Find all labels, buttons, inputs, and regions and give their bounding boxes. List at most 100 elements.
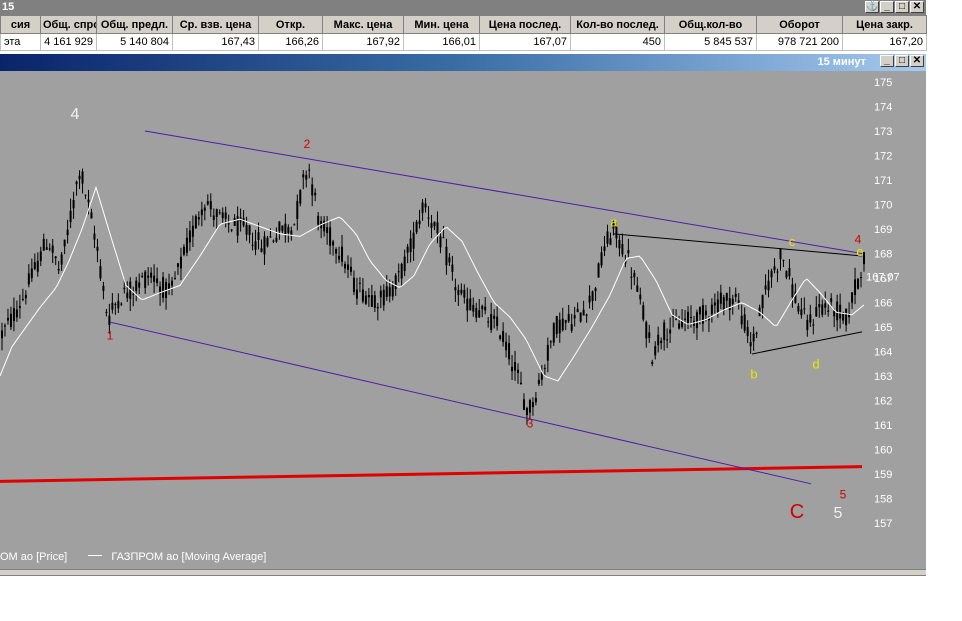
chart-maximize-button[interactable]: □ xyxy=(895,55,909,67)
table-row[interactable]: эта 4 161 929 5 140 804 167,43 166,26 16… xyxy=(0,33,927,51)
candle-body xyxy=(782,259,785,261)
candle-body xyxy=(618,239,621,249)
candle-body xyxy=(481,305,484,310)
close-button[interactable]: ✕ xyxy=(910,1,924,13)
candle-body xyxy=(558,319,561,334)
candle-body xyxy=(278,221,281,232)
candle-body xyxy=(788,268,791,277)
candle-body xyxy=(797,305,800,312)
candle-body xyxy=(511,366,514,372)
candle-body xyxy=(30,268,33,279)
y-tick-label-168: 168 xyxy=(874,249,892,261)
y-tick-label-162: 162 xyxy=(874,396,892,408)
wave-label-11: C xyxy=(790,501,804,523)
maximize-button[interactable]: □ xyxy=(895,1,909,13)
candle-body xyxy=(346,264,349,270)
candle-body xyxy=(93,233,96,240)
candle-body xyxy=(272,240,275,242)
chart-window-titlebar: 15 минут _ □ ✕ xyxy=(0,54,926,71)
candle-body xyxy=(454,287,457,291)
horizontal-scrollbar[interactable] xyxy=(0,569,926,576)
col-header-name[interactable]: сия xyxy=(0,15,41,34)
anchor-icon[interactable]: ⚓ xyxy=(865,1,879,13)
col-header-open[interactable]: Откр. xyxy=(258,15,323,34)
candle-body xyxy=(436,222,439,234)
wave-label-1: 1 xyxy=(107,328,114,342)
candle-body xyxy=(830,298,833,302)
candle-body xyxy=(364,295,367,304)
candle-body xyxy=(135,280,138,292)
col-header-close[interactable]: Цена закр. xyxy=(842,15,927,34)
candle-body xyxy=(260,248,263,252)
col-header-wavg-price[interactable]: Ср. взв. цена xyxy=(172,15,259,34)
y-tick-label-174: 174 xyxy=(874,102,892,114)
candle-body xyxy=(478,310,481,318)
y-tick-label-161: 161 xyxy=(874,420,892,432)
col-header-last-qty[interactable]: Кол-во послед. xyxy=(570,15,665,34)
candle-body xyxy=(704,310,707,316)
candle-body xyxy=(627,250,630,254)
candle-body xyxy=(352,277,355,292)
col-header-offer-total[interactable]: Общ. предл. xyxy=(96,15,173,34)
quote-window-titlebar: 15 ⚓ _ □ ✕ xyxy=(0,0,926,15)
candle-body xyxy=(740,315,743,325)
price-chart[interactable]: 175 174 173 172 171 170 169 168 167 166 165 164 163 1… xyxy=(0,71,926,569)
candle-body xyxy=(308,169,311,171)
candle-body xyxy=(206,201,209,205)
candle-body xyxy=(424,203,427,208)
candle-body xyxy=(728,298,731,311)
chart-window-title: 15 минут xyxy=(817,56,866,68)
y-tick-label-165: 165 xyxy=(874,322,892,334)
col-header-last-price[interactable]: Цена послед. xyxy=(479,15,571,34)
candle-body xyxy=(487,321,490,323)
candle-body xyxy=(597,263,600,278)
candle-body xyxy=(403,256,406,272)
cell-low: 166,01 xyxy=(403,33,480,51)
col-header-low[interactable]: Мин. цена xyxy=(403,15,480,34)
candle-body xyxy=(472,304,475,312)
candle-body xyxy=(45,247,48,250)
candle-body xyxy=(344,263,347,269)
candle-body xyxy=(660,340,663,344)
col-header-turnover[interactable]: Оборот xyxy=(756,15,843,34)
y-tick-label-159: 159 xyxy=(874,469,892,481)
candle-body xyxy=(6,317,9,321)
candle-body xyxy=(117,300,120,309)
col-header-total-qty[interactable]: Общ.кол-во xyxy=(664,15,757,34)
candle-body xyxy=(338,255,341,260)
wave-label-10: 5 xyxy=(840,488,847,502)
candle-body xyxy=(21,298,24,300)
wave-label-12: 5 xyxy=(834,505,843,522)
candle-body xyxy=(245,224,248,235)
candle-body xyxy=(490,314,493,331)
chart-close-button[interactable]: ✕ xyxy=(910,55,924,67)
candle-body xyxy=(651,361,654,364)
minimize-button[interactable]: _ xyxy=(880,1,894,13)
cell-high: 167,92 xyxy=(322,33,404,51)
candle-body xyxy=(803,308,806,310)
candle-body xyxy=(373,295,376,308)
candle-body xyxy=(466,298,469,311)
chart-minimize-button[interactable]: _ xyxy=(880,55,894,67)
price-chart-svg[interactable]: 1751741731721711701691681671661651641631… xyxy=(0,71,926,569)
col-header-high[interactable]: Макс. цена xyxy=(322,15,404,34)
candle-body xyxy=(75,181,78,185)
candle-body xyxy=(358,282,361,284)
candle-body xyxy=(761,294,764,309)
candle-body xyxy=(9,313,12,328)
candle-body xyxy=(549,341,552,343)
candle-body xyxy=(27,273,30,285)
cell-name: эта xyxy=(0,33,41,51)
candle-body xyxy=(737,300,740,303)
candle-body xyxy=(517,369,520,374)
candle-body xyxy=(132,293,135,295)
col-header-bid-total[interactable]: Общ. спрос xyxy=(40,15,97,34)
candle-body xyxy=(591,291,594,301)
candle-body xyxy=(573,315,576,319)
wave-label-0: 4 xyxy=(71,106,80,123)
candle-body xyxy=(341,246,344,262)
candle-body xyxy=(502,331,505,343)
candle-body xyxy=(457,289,460,296)
candle-body xyxy=(24,294,27,299)
candle-body xyxy=(105,311,108,313)
